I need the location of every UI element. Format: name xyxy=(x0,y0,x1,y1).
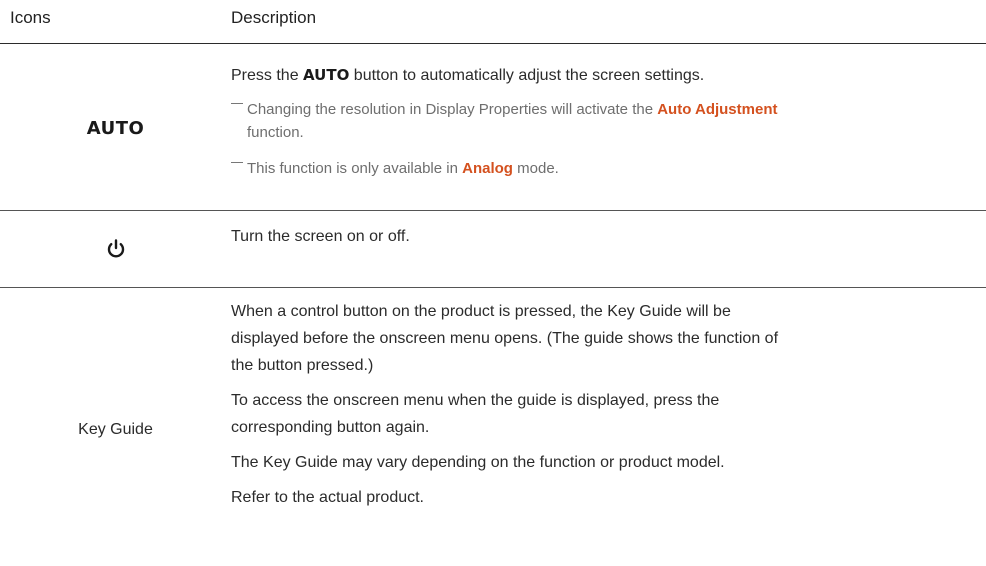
auto-adjustment-highlight: Auto Adjustment xyxy=(657,101,778,118)
icon-cell xyxy=(0,211,231,287)
column-header-icons: Icons xyxy=(10,8,51,27)
table-header: Icons Description xyxy=(0,0,986,44)
power-description: Turn the screen on or off. xyxy=(231,228,410,245)
note-resolution: Changing the resolution in Display Prope… xyxy=(231,100,777,120)
column-header-description: Description xyxy=(231,8,317,27)
key-guide-p1-line1: When a control button on the product is … xyxy=(231,303,731,320)
key-guide-label: Key Guide xyxy=(78,421,153,438)
auto-key-text: AUTO xyxy=(303,66,350,84)
auto-button-label: AUTO xyxy=(86,117,145,139)
table-row-auto: AUTO Press the AUTO button to automatica… xyxy=(0,44,986,211)
note-resolution-cont: function. xyxy=(247,124,304,141)
key-guide-p1-line2: displayed before the onscreen menu opens… xyxy=(231,330,779,347)
key-guide-p4: Refer to the actual product. xyxy=(231,489,424,506)
power-icon xyxy=(107,239,124,258)
table-row-key-guide: Key Guide When a control button on the p… xyxy=(0,288,986,566)
icon-cell: Key Guide xyxy=(0,288,231,566)
key-guide-p3: The Key Guide may vary depending on the … xyxy=(231,454,725,471)
key-guide-p1-line3: the button pressed.) xyxy=(231,357,374,374)
note-dash-icon xyxy=(231,162,243,163)
table-row-power: Turn the screen on or off. xyxy=(0,211,986,288)
key-guide-p2-line2: corresponding button again. xyxy=(231,419,430,436)
note-analog: This function is only available in Analo… xyxy=(231,159,559,179)
key-guide-p2-line1: To access the onscreen menu when the gui… xyxy=(231,392,720,409)
icon-cell: AUTO xyxy=(0,44,231,210)
auto-description: Press the AUTO button to automatically a… xyxy=(231,66,705,84)
icons-description-table: Icons Description AUTO Press the AUTO bu… xyxy=(0,0,986,566)
note-dash-icon xyxy=(231,103,243,104)
analog-highlight: Analog xyxy=(462,160,513,177)
